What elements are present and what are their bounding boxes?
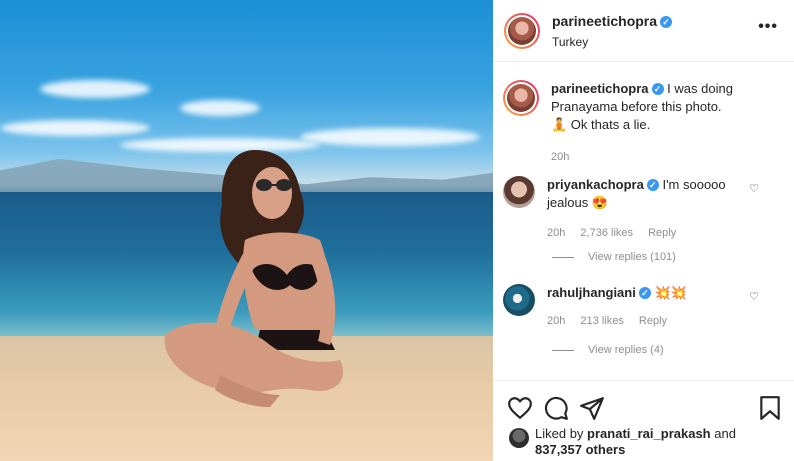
liker-avatar[interactable] xyxy=(509,428,529,448)
comment-likes[interactable]: 2,736 likes xyxy=(580,227,633,239)
comment-username[interactable]: rahuljhangiani xyxy=(547,285,636,300)
heart-icon[interactable] xyxy=(507,395,533,421)
post-actions: Liked by pranati_rai_prakash and 837,357… xyxy=(493,380,794,461)
comment-text: 💥💥 xyxy=(654,285,687,300)
comment-icon[interactable] xyxy=(543,395,569,421)
view-replies-button[interactable]: View replies (101) xyxy=(552,251,676,263)
share-icon[interactable] xyxy=(579,395,605,421)
comments-section: parineetichopra ✓ I was doing Pranayama b… xyxy=(493,62,794,380)
post-photo[interactable] xyxy=(0,0,493,461)
person-figure xyxy=(164,150,344,407)
caption-avatar[interactable] xyxy=(503,80,539,116)
cloud xyxy=(300,128,480,146)
comment-like-heart-icon[interactable]: ♡ xyxy=(749,182,759,195)
caption: parineetichopra ✓ I was doing Pranayama b… xyxy=(503,80,788,166)
bookmark-icon[interactable] xyxy=(757,395,783,421)
verified-badge-icon: ✓ xyxy=(651,83,664,95)
liked-by-prefix: Liked by xyxy=(535,426,584,441)
liked-by-user[interactable]: pranati_rai_prakash xyxy=(587,426,711,441)
divider-line xyxy=(552,349,574,351)
cloud xyxy=(40,80,150,98)
comment-time[interactable]: 20h xyxy=(547,227,565,239)
comment-time[interactable]: 20h xyxy=(547,315,565,327)
author-avatar[interactable] xyxy=(504,12,540,49)
reply-button[interactable]: Reply xyxy=(639,315,667,327)
comment-item: rahuljhangiani ✓ 💥💥 20h 213 likes Reply ♡ xyxy=(503,284,788,330)
more-options-icon[interactable]: ••• xyxy=(758,18,778,36)
author-username[interactable]: parineetichopra xyxy=(552,13,657,29)
view-replies-button[interactable]: View replies (4) xyxy=(552,344,664,356)
caption-time[interactable]: 20h xyxy=(551,151,569,163)
post-location[interactable]: Turkey xyxy=(552,35,672,49)
cloud xyxy=(180,100,260,116)
verified-badge-icon: ✓ xyxy=(646,179,659,191)
comment-likes[interactable]: 213 likes xyxy=(580,315,623,327)
caption-username[interactable]: parineetichopra xyxy=(551,81,649,96)
likes-summary: Liked by pranati_rai_prakash and 837,357… xyxy=(509,426,765,458)
post-header: parineetichopra ✓ Turkey ••• xyxy=(493,0,794,62)
liked-by-and: and xyxy=(714,426,736,441)
comment-like-heart-icon[interactable]: ♡ xyxy=(749,290,759,303)
commenter-avatar[interactable] xyxy=(503,284,535,316)
commenter-avatar[interactable] xyxy=(503,176,535,208)
verified-badge-icon: ✓ xyxy=(660,15,673,28)
cloud xyxy=(0,120,150,136)
view-replies-label: View replies (4) xyxy=(588,344,664,356)
view-replies-label: View replies (101) xyxy=(588,251,676,263)
reply-button[interactable]: Reply xyxy=(648,227,676,239)
comment-username[interactable]: priyankachopra xyxy=(547,177,644,192)
comment-item: priyankachopra ✓ I'm sooooo jealous 😍 20h… xyxy=(503,176,788,242)
divider-line xyxy=(552,256,574,258)
liked-by-count[interactable]: 837,357 others xyxy=(535,442,625,457)
verified-badge-icon: ✓ xyxy=(638,287,651,299)
